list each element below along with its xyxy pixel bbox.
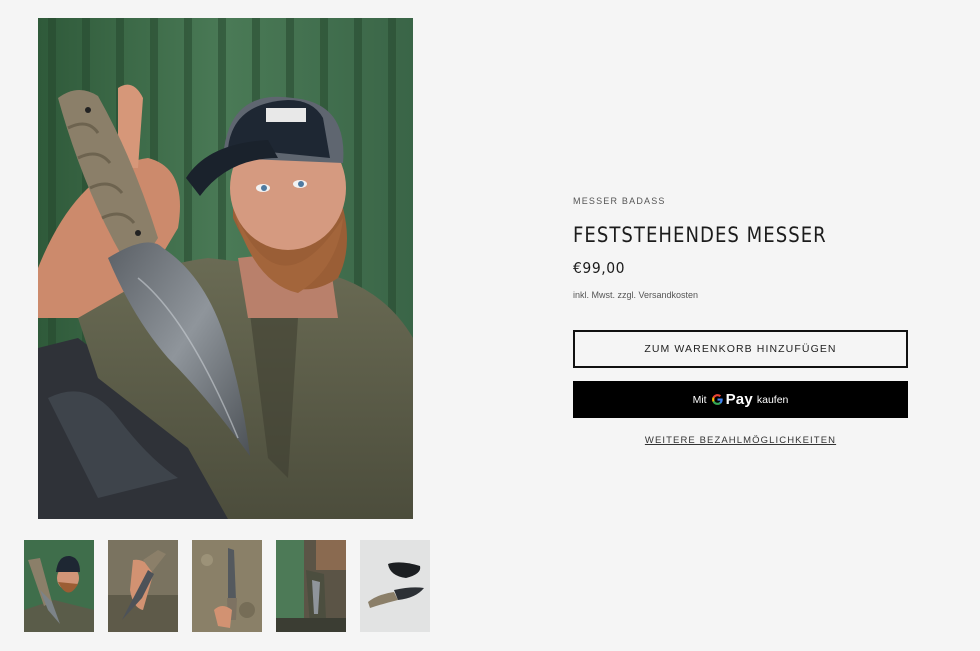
gpay-brand: Pay	[725, 391, 753, 408]
thumbnail-1[interactable]	[24, 540, 94, 632]
thumbnail-5[interactable]	[360, 540, 430, 632]
product-info: MESSER BADASS FESTSTEHENDES MESSER €99,0…	[573, 196, 908, 446]
thumbnail-knife-on-belt	[276, 540, 346, 632]
more-payment-options-link[interactable]: WEITERE BEZAHLMÖGLICHKEITEN	[573, 435, 908, 446]
main-product-image[interactable]	[38, 18, 413, 519]
gpay-suffix: kaufen	[756, 393, 789, 406]
product-vendor: MESSER BADASS	[573, 196, 666, 206]
thumbnail-knife-with-sheath	[360, 540, 430, 632]
gpay-prefix: Mit	[692, 393, 707, 406]
thumbnail-strip	[24, 540, 430, 632]
gpay-logo: Pay	[711, 391, 753, 408]
tax-note: inkl. Mwst. zzgl. Versandkosten	[573, 290, 699, 300]
product-price: €99,00	[573, 259, 626, 277]
thumbnail-4[interactable]	[276, 540, 346, 632]
thumbnail-3[interactable]	[192, 540, 262, 632]
thumbnail-knife-on-ground	[192, 540, 262, 632]
thumbnail-man-holding-knife	[24, 540, 94, 632]
thumbnail-2[interactable]	[108, 540, 178, 632]
thumbnail-hand-holding-knife	[108, 540, 178, 632]
main-product-photo	[38, 18, 413, 519]
add-to-cart-button[interactable]: ZUM WARENKORB HINZUFÜGEN	[573, 330, 908, 368]
google-g-icon	[711, 394, 723, 405]
product-title: FESTSTEHENDES MESSER	[573, 223, 827, 247]
product-page: MESSER BADASS FESTSTEHENDES MESSER €99,0…	[0, 0, 980, 651]
google-pay-button[interactable]: Mit Pay kaufen	[573, 381, 908, 418]
